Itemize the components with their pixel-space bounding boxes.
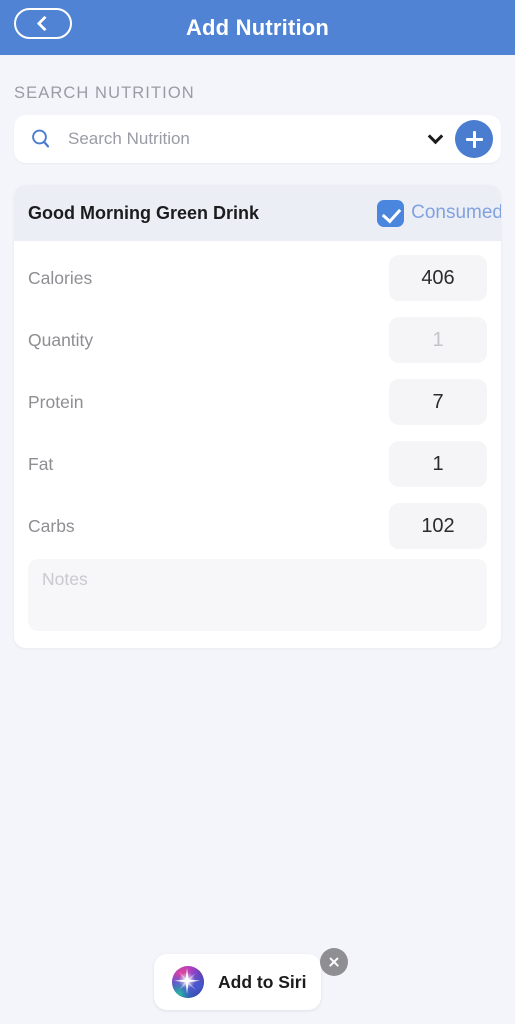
search-input[interactable] bbox=[52, 129, 424, 149]
add-to-siri-label: Add to Siri bbox=[218, 971, 307, 992]
search-bar[interactable] bbox=[14, 115, 501, 163]
siri-orb-icon bbox=[171, 965, 205, 999]
nutrition-card-header: Good Morning Green Drink Consumed bbox=[14, 185, 501, 241]
consumed-toggle[interactable]: Consumed bbox=[377, 199, 501, 227]
notes-input[interactable] bbox=[28, 559, 487, 631]
field-label: Carbs bbox=[28, 515, 75, 536]
field-row: Carbs bbox=[28, 495, 487, 557]
protein-input[interactable] bbox=[389, 379, 487, 425]
page-title: Add Nutrition bbox=[185, 14, 330, 40]
add-to-siri-button[interactable]: Add to Siri bbox=[154, 954, 321, 1010]
field-label: Quantity bbox=[28, 329, 94, 350]
back-button[interactable] bbox=[14, 8, 72, 39]
chevron-left-icon bbox=[36, 15, 53, 32]
nutrition-item-name: Good Morning Green Drink bbox=[28, 202, 260, 223]
calories-input[interactable] bbox=[389, 255, 487, 301]
carbs-input[interactable] bbox=[389, 503, 487, 549]
siri-shortcut-area: Add to Siri bbox=[0, 938, 515, 1024]
field-row: Calories bbox=[28, 247, 487, 309]
field-label: Fat bbox=[28, 453, 54, 474]
nutrition-card: Good Morning Green Drink Consumed Calori… bbox=[14, 185, 501, 648]
close-icon[interactable] bbox=[320, 948, 348, 976]
fat-input[interactable] bbox=[389, 441, 487, 487]
field-row: Protein bbox=[28, 371, 487, 433]
search-icon bbox=[30, 128, 52, 150]
quantity-input[interactable] bbox=[389, 317, 487, 363]
field-row: Fat bbox=[28, 433, 487, 495]
add-nutrition-button[interactable] bbox=[455, 120, 493, 158]
chevron-down-icon[interactable] bbox=[427, 128, 444, 144]
navigation-bar: Add Nutrition bbox=[0, 0, 515, 55]
search-section-label: SEARCH NUTRITION bbox=[14, 84, 195, 102]
consumed-label: Consumed bbox=[411, 202, 501, 223]
field-label: Calories bbox=[28, 267, 93, 288]
field-label: Protein bbox=[28, 391, 84, 412]
field-row: Quantity bbox=[28, 309, 487, 371]
checkmark-icon[interactable] bbox=[377, 199, 405, 227]
nutrition-fields: Calories Quantity Protein Fat Carbs bbox=[14, 241, 501, 648]
